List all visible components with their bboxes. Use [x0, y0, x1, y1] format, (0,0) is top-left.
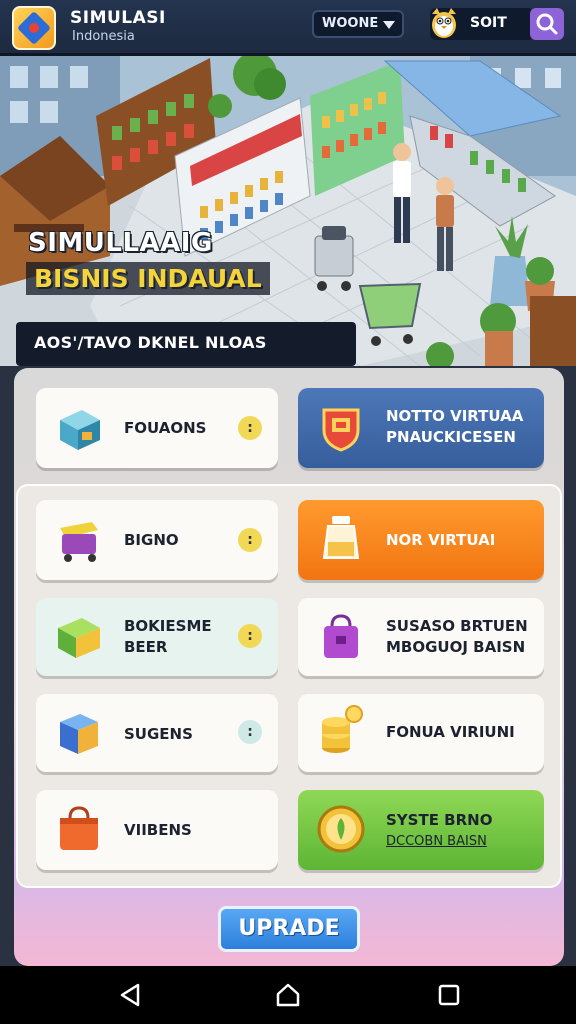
- card-label-line: NOR VIRTUAI: [386, 531, 496, 549]
- back-icon[interactable]: [118, 982, 144, 1008]
- app-title: SIMULASI: [70, 8, 166, 28]
- card-fouaons[interactable]: FOUAONS :: [36, 388, 278, 468]
- card-bokiesme-beer[interactable]: BOKIESME BEER :: [36, 598, 278, 676]
- penguin-mascot-icon: [432, 8, 456, 38]
- upgrade-button[interactable]: UPRADE: [218, 906, 360, 952]
- card-label: SYSTE BRNO DCCOBN BAISN: [386, 810, 492, 852]
- card-label: SUSASO BRTUEN MBOGUOJ BAISN: [386, 616, 528, 658]
- search-button[interactable]: [530, 8, 564, 40]
- card-susaso-brtuen[interactable]: SUSASO BRTUEN MBOGUOJ BAISN: [298, 598, 544, 676]
- card-label-line: SUGENS: [124, 725, 193, 743]
- card-label-line: SYSTE BRNO: [386, 811, 493, 829]
- system-nav-bar: [0, 966, 576, 1024]
- coin-stack-icon: [322, 705, 363, 753]
- info-icon[interactable]: :: [238, 720, 262, 744]
- card-sugens[interactable]: SUGENS :: [36, 694, 278, 772]
- blue-cube-icon: [60, 714, 98, 754]
- player-name: SOIT: [470, 15, 507, 31]
- card-label-line: DCCOBN BAISN: [386, 834, 487, 849]
- chevron-down-icon: [383, 21, 395, 29]
- card-label: FONUA VIRIUNI: [386, 722, 515, 743]
- store-scene-art: [0, 56, 576, 366]
- green-box-icon: [58, 618, 100, 658]
- hero-title: SIMULLAAIG: [28, 228, 213, 258]
- info-icon[interactable]: :: [238, 528, 262, 552]
- card-nor-virtuai[interactable]: NOR VIRTUAI: [298, 500, 544, 580]
- search-icon: [536, 13, 558, 35]
- card-label-line: BOKIESME: [124, 617, 212, 635]
- card-fonua-viriuni[interactable]: FONUA VIRIUNI: [298, 694, 544, 772]
- card-label-line: NOTTO VIRTUAA: [386, 407, 524, 425]
- region-dropdown[interactable]: WOONE: [312, 10, 404, 38]
- card-label: SUGENS: [124, 724, 193, 745]
- card-notto-virtuaa[interactable]: NOTTO VIRTUAA PNAUCKICESEN: [298, 388, 544, 468]
- app-logo[interactable]: [12, 6, 56, 50]
- card-label: NOTTO VIRTUAA PNAUCKICESEN: [386, 406, 523, 448]
- info-icon[interactable]: :: [238, 624, 262, 648]
- hero-ribbon: AOS'/TAVO DKNEL NLOAS: [16, 322, 356, 366]
- home-icon[interactable]: [275, 982, 301, 1008]
- hero-subtitle: BISNIS INDAUAL: [26, 262, 270, 295]
- card-bigno[interactable]: BIGNO :: [36, 500, 278, 580]
- app-subtitle: Indonesia: [72, 29, 135, 44]
- shop-shield-icon: [322, 408, 360, 452]
- card-label-line: PNAUCKICESEN: [386, 428, 516, 446]
- card-label: NOR VIRTUAI: [386, 530, 495, 551]
- jar-icon: [322, 516, 360, 559]
- card-label-line: MBOGUOJ BAISN: [386, 638, 526, 656]
- top-bar: SIMULASI Indonesia WOONE SOIT: [0, 0, 576, 56]
- card-label-line: VIIBENS: [124, 821, 192, 839]
- card-label-line: BIGNO: [124, 531, 179, 549]
- card-label: FOUAONS: [124, 418, 206, 439]
- info-icon[interactable]: :: [238, 416, 262, 440]
- card-label: BIGNO: [124, 530, 179, 551]
- card-syste-brno[interactable]: SYSTE BRNO DCCOBN BAISN: [298, 790, 544, 870]
- ribbon-text: AOS'/TAVO DKNEL NLOAS: [34, 333, 267, 352]
- purple-bag-icon: [324, 614, 358, 658]
- region-dropdown-label: WOONE: [322, 16, 379, 31]
- store-scene-illustration: SIMULLAAIG BISNIS INDAUAL: [0, 56, 576, 366]
- recents-icon[interactable]: [436, 982, 462, 1008]
- player-badge[interactable]: SOIT: [430, 8, 534, 40]
- gold-seal-icon: [317, 805, 365, 853]
- logo-dot: [29, 23, 39, 33]
- card-label-line: SUSASO BRTUEN: [386, 617, 528, 635]
- cash-register-icon: [60, 410, 100, 450]
- cart-icon: [60, 522, 98, 562]
- shopping-bag-icon: [60, 806, 98, 850]
- card-label-line: FONUA VIRIUNI: [386, 723, 515, 741]
- card-label: BOKIESME BEER: [124, 616, 212, 658]
- card-viibenis[interactable]: VIIBENS: [36, 790, 278, 870]
- card-label-line: BEER: [124, 638, 168, 656]
- card-label: VIIBENS: [124, 820, 192, 841]
- card-label-line: FOUAONS: [124, 419, 207, 437]
